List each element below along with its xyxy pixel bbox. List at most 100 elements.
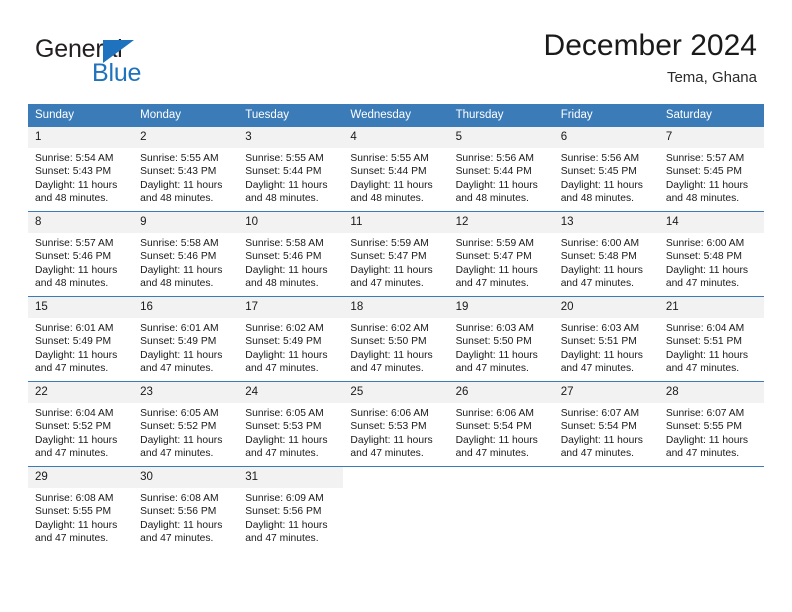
day-info: Sunrise: 6:09 AM Sunset: 5:56 PM Dayligh… <box>238 488 343 546</box>
day-number: 12 <box>448 212 554 233</box>
day-cell-inner: 2 Sunrise: 5:55 AM Sunset: 5:43 PM Dayli… <box>133 127 239 211</box>
calendar-day-cell[interactable]: 5 Sunrise: 5:56 AM Sunset: 5:44 PM Dayli… <box>448 126 554 212</box>
sunset-text: Sunset: 5:48 PM <box>665 251 742 263</box>
calendar-day-cell[interactable]: 7 Sunrise: 5:57 AM Sunset: 5:45 PM Dayli… <box>658 126 764 212</box>
sunset-text: Sunset: 5:53 PM <box>245 421 322 433</box>
day-cell-inner: 30 Sunrise: 6:08 AM Sunset: 5:56 PM Dayl… <box>133 467 239 551</box>
day-number: 18 <box>343 297 449 318</box>
calendar-day-cell-empty <box>343 466 449 551</box>
sunrise-text: Sunrise: 6:01 AM <box>35 323 114 334</box>
day-cell-inner: 5 Sunrise: 5:56 AM Sunset: 5:44 PM Dayli… <box>448 127 554 211</box>
sunrise-text: Sunrise: 6:05 AM <box>245 408 324 419</box>
calendar-header-row: Sunday Monday Tuesday Wednesday Thursday… <box>28 104 764 127</box>
calendar-week-row: 15 Sunrise: 6:01 AM Sunset: 5:49 PM Dayl… <box>28 296 764 382</box>
sunset-text: Sunset: 5:49 PM <box>140 336 217 348</box>
calendar-day-cell[interactable]: 13 Sunrise: 6:00 AM Sunset: 5:48 PM Dayl… <box>553 211 659 297</box>
daylight-text: Daylight: 11 hours and 48 minutes. <box>350 179 433 205</box>
sunset-text: Sunset: 5:52 PM <box>140 421 217 433</box>
sunset-text: Sunset: 5:43 PM <box>35 166 112 178</box>
day-cell-inner <box>449 467 554 551</box>
calendar-day-cell[interactable]: 27 Sunrise: 6:07 AM Sunset: 5:54 PM Dayl… <box>553 381 659 467</box>
day-cell-inner: 8 Sunrise: 5:57 AM Sunset: 5:46 PM Dayli… <box>28 212 134 296</box>
day-number: 20 <box>553 297 659 318</box>
page-header: General Blue December 2024 Tema, Ghana <box>0 0 792 96</box>
day-number <box>449 467 554 488</box>
day-info: Sunrise: 6:03 AM Sunset: 5:50 PM Dayligh… <box>449 318 554 376</box>
sunrise-text: Sunrise: 6:02 AM <box>245 323 324 334</box>
sunset-text: Sunset: 5:47 PM <box>455 251 532 263</box>
day-cell-inner <box>659 467 764 551</box>
day-number <box>659 467 764 488</box>
calendar-day-cell[interactable]: 19 Sunrise: 6:03 AM Sunset: 5:50 PM Dayl… <box>448 296 554 382</box>
sunrise-text: Sunrise: 6:09 AM <box>245 493 324 504</box>
calendar-week-row: 1 Sunrise: 5:54 AM Sunset: 5:43 PM Dayli… <box>28 126 764 212</box>
calendar-day-cell-empty <box>553 466 659 551</box>
calendar-day-cell[interactable]: 29 Sunrise: 6:08 AM Sunset: 5:55 PM Dayl… <box>28 466 134 551</box>
day-number: 7 <box>658 127 764 148</box>
calendar-day-cell[interactable]: 16 Sunrise: 6:01 AM Sunset: 5:49 PM Dayl… <box>133 296 239 382</box>
calendar-day-cell[interactable]: 4 Sunrise: 5:55 AM Sunset: 5:44 PM Dayli… <box>343 126 449 212</box>
day-info: Sunrise: 5:55 AM Sunset: 5:44 PM Dayligh… <box>343 148 448 206</box>
weekday-header-thursday: Thursday <box>448 104 554 127</box>
day-cell-inner: 23 Sunrise: 6:05 AM Sunset: 5:52 PM Dayl… <box>133 382 239 466</box>
day-cell-inner: 16 Sunrise: 6:01 AM Sunset: 5:49 PM Dayl… <box>133 297 239 381</box>
sunrise-text: Sunrise: 6:05 AM <box>140 408 219 419</box>
daylight-text: Daylight: 11 hours and 48 minutes. <box>35 179 118 205</box>
calendar-day-cell[interactable]: 14 Sunrise: 6:00 AM Sunset: 5:48 PM Dayl… <box>658 211 764 297</box>
sunset-text: Sunset: 5:50 PM <box>350 336 427 348</box>
day-info: Sunrise: 5:55 AM Sunset: 5:43 PM Dayligh… <box>133 148 238 206</box>
sunset-text: Sunset: 5:45 PM <box>560 166 637 178</box>
day-cell-inner: 9 Sunrise: 5:58 AM Sunset: 5:46 PM Dayli… <box>133 212 239 296</box>
calendar-day-cell[interactable]: 20 Sunrise: 6:03 AM Sunset: 5:51 PM Dayl… <box>553 296 659 382</box>
sunrise-text: Sunrise: 6:03 AM <box>560 323 640 334</box>
daylight-text: Daylight: 11 hours and 47 minutes. <box>665 264 749 290</box>
daylight-text: Daylight: 11 hours and 47 minutes. <box>140 349 223 375</box>
day-cell-inner: 18 Sunrise: 6:02 AM Sunset: 5:50 PM Dayl… <box>343 297 449 381</box>
sunrise-text: Sunrise: 5:55 AM <box>245 153 324 164</box>
day-info: Sunrise: 6:08 AM Sunset: 5:56 PM Dayligh… <box>133 488 238 546</box>
calendar-day-cell[interactable]: 6 Sunrise: 5:56 AM Sunset: 5:45 PM Dayli… <box>553 126 659 212</box>
calendar-day-cell[interactable]: 28 Sunrise: 6:07 AM Sunset: 5:55 PM Dayl… <box>658 381 764 467</box>
calendar-day-cell[interactable]: 23 Sunrise: 6:05 AM Sunset: 5:52 PM Dayl… <box>133 381 239 467</box>
calendar-day-cell[interactable]: 17 Sunrise: 6:02 AM Sunset: 5:49 PM Dayl… <box>238 296 344 382</box>
day-info: Sunrise: 5:55 AM Sunset: 5:44 PM Dayligh… <box>238 148 343 206</box>
day-number: 21 <box>658 297 764 318</box>
calendar-day-cell[interactable]: 22 Sunrise: 6:04 AM Sunset: 5:52 PM Dayl… <box>28 381 134 467</box>
calendar-day-cell[interactable]: 3 Sunrise: 5:55 AM Sunset: 5:44 PM Dayli… <box>238 126 344 212</box>
day-info: Sunrise: 6:05 AM Sunset: 5:52 PM Dayligh… <box>133 403 238 461</box>
daylight-text: Daylight: 11 hours and 47 minutes. <box>140 519 223 545</box>
calendar-day-cell[interactable]: 18 Sunrise: 6:02 AM Sunset: 5:50 PM Dayl… <box>343 296 449 382</box>
calendar-day-cell[interactable]: 26 Sunrise: 6:06 AM Sunset: 5:54 PM Dayl… <box>448 381 554 467</box>
calendar-day-cell[interactable]: 12 Sunrise: 5:59 AM Sunset: 5:47 PM Dayl… <box>448 211 554 297</box>
daylight-text: Daylight: 11 hours and 47 minutes. <box>245 349 328 375</box>
sunrise-text: Sunrise: 5:55 AM <box>350 153 429 164</box>
daylight-text: Daylight: 11 hours and 47 minutes. <box>35 519 118 545</box>
calendar-day-cell[interactable]: 24 Sunrise: 6:05 AM Sunset: 5:53 PM Dayl… <box>238 381 344 467</box>
sunset-text: Sunset: 5:55 PM <box>665 421 742 433</box>
day-cell-inner: 12 Sunrise: 5:59 AM Sunset: 5:47 PM Dayl… <box>448 212 554 296</box>
sunset-text: Sunset: 5:47 PM <box>350 251 427 263</box>
calendar-day-cell[interactable]: 11 Sunrise: 5:59 AM Sunset: 5:47 PM Dayl… <box>343 211 449 297</box>
calendar-day-cell[interactable]: 1 Sunrise: 5:54 AM Sunset: 5:43 PM Dayli… <box>28 126 134 212</box>
calendar-day-cell[interactable]: 10 Sunrise: 5:58 AM Sunset: 5:46 PM Dayl… <box>238 211 344 297</box>
sunset-text: Sunset: 5:45 PM <box>665 166 742 178</box>
sunrise-text: Sunrise: 6:07 AM <box>665 408 745 419</box>
sunset-text: Sunset: 5:46 PM <box>35 251 112 263</box>
day-cell-inner: 28 Sunrise: 6:07 AM Sunset: 5:55 PM Dayl… <box>658 382 764 466</box>
calendar-day-cell[interactable]: 31 Sunrise: 6:09 AM Sunset: 5:56 PM Dayl… <box>238 466 344 551</box>
calendar-day-cell[interactable]: 8 Sunrise: 5:57 AM Sunset: 5:46 PM Dayli… <box>28 211 134 297</box>
day-cell-inner: 29 Sunrise: 6:08 AM Sunset: 5:55 PM Dayl… <box>28 467 134 551</box>
daylight-text: Daylight: 11 hours and 47 minutes. <box>560 264 643 290</box>
daylight-text: Daylight: 11 hours and 47 minutes. <box>350 264 433 290</box>
calendar-day-cell[interactable]: 15 Sunrise: 6:01 AM Sunset: 5:49 PM Dayl… <box>28 296 134 382</box>
calendar-day-cell[interactable]: 2 Sunrise: 5:55 AM Sunset: 5:43 PM Dayli… <box>133 126 239 212</box>
calendar-day-cell[interactable]: 25 Sunrise: 6:06 AM Sunset: 5:53 PM Dayl… <box>343 381 449 467</box>
day-cell-inner: 25 Sunrise: 6:06 AM Sunset: 5:53 PM Dayl… <box>343 382 449 466</box>
day-info: Sunrise: 6:01 AM Sunset: 5:49 PM Dayligh… <box>133 318 238 376</box>
sunset-text: Sunset: 5:44 PM <box>245 166 322 178</box>
sunset-text: Sunset: 5:48 PM <box>560 251 637 263</box>
day-number: 14 <box>658 212 764 233</box>
calendar-day-cell[interactable]: 30 Sunrise: 6:08 AM Sunset: 5:56 PM Dayl… <box>133 466 239 551</box>
calendar-day-cell[interactable]: 21 Sunrise: 6:04 AM Sunset: 5:51 PM Dayl… <box>658 296 764 382</box>
calendar-day-cell[interactable]: 9 Sunrise: 5:58 AM Sunset: 5:46 PM Dayli… <box>133 211 239 297</box>
